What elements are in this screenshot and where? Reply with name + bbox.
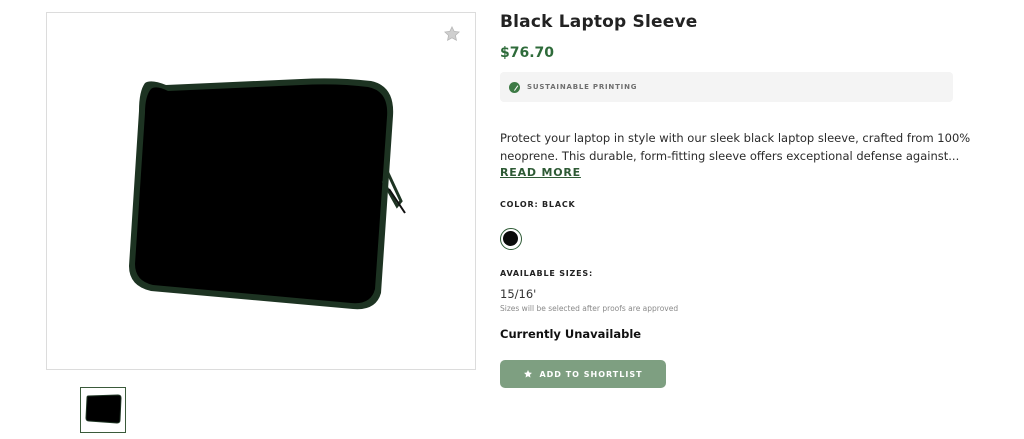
shortlist-button-label: ADD TO SHORTLIST xyxy=(539,369,643,379)
sizes-label: AVAILABLE SIZES: xyxy=(500,269,593,278)
leaf-icon xyxy=(509,81,520,93)
badge-text: SUSTAINABLE PRINTING xyxy=(527,83,638,91)
add-to-shortlist-button[interactable]: ADD TO SHORTLIST xyxy=(500,360,666,388)
product-title: Black Laptop Sleeve xyxy=(500,12,698,32)
color-label: COLOR: BLACK xyxy=(500,200,576,209)
product-price: $76.70 xyxy=(500,45,555,61)
size-note: Sizes will be selected after proofs are … xyxy=(500,304,679,313)
product-image xyxy=(129,78,406,310)
description-line: Protect your laptop in style with our sl… xyxy=(500,131,971,145)
size-value: 15/16' xyxy=(500,287,537,301)
read-more-link[interactable]: READ MORE xyxy=(500,166,581,179)
product-thumbnail[interactable] xyxy=(80,387,126,433)
description-line: neoprene. This durable, form-fitting sle… xyxy=(500,149,960,163)
product-gallery xyxy=(46,12,476,370)
product-description: Protect your laptop in style with our sl… xyxy=(500,129,971,165)
availability-status: Currently Unavailable xyxy=(500,327,642,341)
favorite-star-icon[interactable] xyxy=(443,25,461,43)
color-swatch-black[interactable] xyxy=(500,228,522,250)
sustainable-badge: SUSTAINABLE PRINTING xyxy=(500,72,953,102)
star-icon xyxy=(524,370,533,378)
